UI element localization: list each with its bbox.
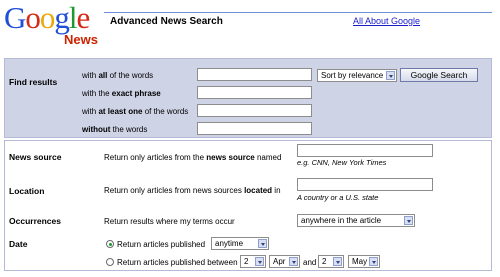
google-logo-text: Google <box>4 0 90 35</box>
sort-select[interactable]: Sort by relevance <box>317 69 397 82</box>
occurrences-description: Return results where my terms occur <box>104 217 235 226</box>
date-and-label: and <box>303 258 317 267</box>
all-words-input[interactable] <box>197 68 312 81</box>
date-option-anytime-label: Return articles published <box>117 240 206 249</box>
news-logo-text: News <box>64 32 98 47</box>
news-source-hint: e.g. CNN, New York Times <box>297 158 387 167</box>
date-anytime-select[interactable]: anytime <box>211 237 269 250</box>
chevron-down-icon <box>369 257 378 266</box>
chevron-down-icon <box>404 216 413 225</box>
location-input[interactable] <box>297 178 433 191</box>
google-news-logo[interactable]: Google News <box>4 2 104 52</box>
at-least-one-label: with at least one of the words <box>82 107 189 116</box>
date-label: Date <box>9 239 28 249</box>
date-to-month-select[interactable]: May <box>348 255 380 268</box>
news-source-description: Return only articles from the news sourc… <box>104 153 282 162</box>
chevron-down-icon <box>386 71 395 80</box>
location-label: Location <box>9 186 45 196</box>
date-anytime-radio[interactable] <box>106 240 114 248</box>
exact-phrase-input[interactable] <box>197 86 312 99</box>
google-search-button[interactable]: Google Search <box>400 68 478 82</box>
chevron-down-icon <box>258 239 267 248</box>
find-results-label: Find results <box>9 77 58 87</box>
chevron-down-icon <box>289 257 298 266</box>
date-range-radio[interactable] <box>106 258 114 266</box>
date-from-month-select[interactable]: Apr <box>269 255 300 268</box>
occurrences-label: Occurrences <box>9 216 61 226</box>
news-source-input[interactable] <box>297 144 433 157</box>
without-words-input[interactable] <box>197 122 312 135</box>
all-about-google-link[interactable]: All About Google <box>353 16 420 26</box>
at-least-one-input[interactable] <box>197 104 312 117</box>
chevron-down-icon <box>255 257 264 266</box>
date-from-day-select[interactable]: 2 <box>240 255 266 268</box>
date-option-range-label: Return articles published between <box>117 258 238 267</box>
location-description: Return only articles from news sources l… <box>104 186 281 195</box>
page-title: Advanced News Search <box>110 16 223 27</box>
occurrences-select[interactable]: anywhere in the article <box>297 214 415 227</box>
location-hint: A country or a U.S. state <box>297 193 379 202</box>
news-source-label: News source <box>9 152 62 162</box>
without-words-label: without the words <box>82 125 148 134</box>
exact-phrase-label: with the exact phrase <box>82 89 161 98</box>
date-to-day-select[interactable]: 2 <box>318 255 344 268</box>
all-words-label: with all of the words <box>82 71 154 80</box>
chevron-down-icon <box>333 257 342 266</box>
